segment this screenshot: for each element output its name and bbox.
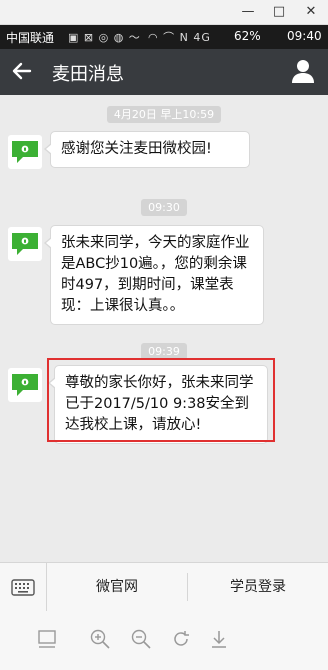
message-timestamp: 4月20日 早上10:59 <box>106 106 222 123</box>
message-bubble: 张未来同学，今天的家庭作业是ABC抄10遍。，您的剩余课时497，到期时间，课堂… <box>44 225 264 325</box>
maximize-button[interactable]: □ <box>269 2 289 22</box>
message-bubble: 感谢您关注麦田微校园! <box>44 131 250 168</box>
zoom-out-icon[interactable] <box>130 628 152 650</box>
user-profile-icon[interactable] <box>290 58 316 84</box>
message-timestamp: 09:30 <box>141 199 187 216</box>
page-title: 麦田消息 <box>52 64 124 85</box>
menu-student-login[interactable]: 学员登录 <box>188 563 328 611</box>
bottom-menu: 微官网 学员登录 <box>0 562 328 611</box>
refresh-icon[interactable] <box>170 628 192 650</box>
keyboard-toggle-icon[interactable] <box>0 563 47 611</box>
window-title-bar: — □ ✕ <box>0 0 328 25</box>
notification-icons: ▣ ⊠ ◎ ◍ 〜 <box>68 31 141 44</box>
official-account-avatar <box>8 135 42 169</box>
official-account-avatar <box>8 368 42 402</box>
menu-official-site[interactable]: 微官网 <box>47 563 187 611</box>
highlight-box <box>47 358 275 442</box>
battery-level: 62% <box>234 29 261 43</box>
bottom-toolbar <box>0 611 328 670</box>
download-icon[interactable] <box>208 628 230 650</box>
official-account-avatar <box>8 227 42 261</box>
back-arrow-icon[interactable] <box>10 59 34 83</box>
status-bar: 中国联通 ▣ ⊠ ◎ ◍ 〜 ◠ ⌒ N 4G 62% 09:40 <box>0 25 328 49</box>
carrier-label: 中国联通 <box>6 31 55 45</box>
zoom-in-icon[interactable] <box>89 628 111 650</box>
clock: 09:40 <box>287 29 322 43</box>
layout-icon[interactable] <box>36 628 58 650</box>
signal-icons: ◠ ⌒ N 4G <box>148 31 211 44</box>
close-button[interactable]: ✕ <box>301 2 321 22</box>
minimize-button[interactable]: — <box>238 2 258 22</box>
app-bar: 麦田消息 <box>0 49 328 95</box>
